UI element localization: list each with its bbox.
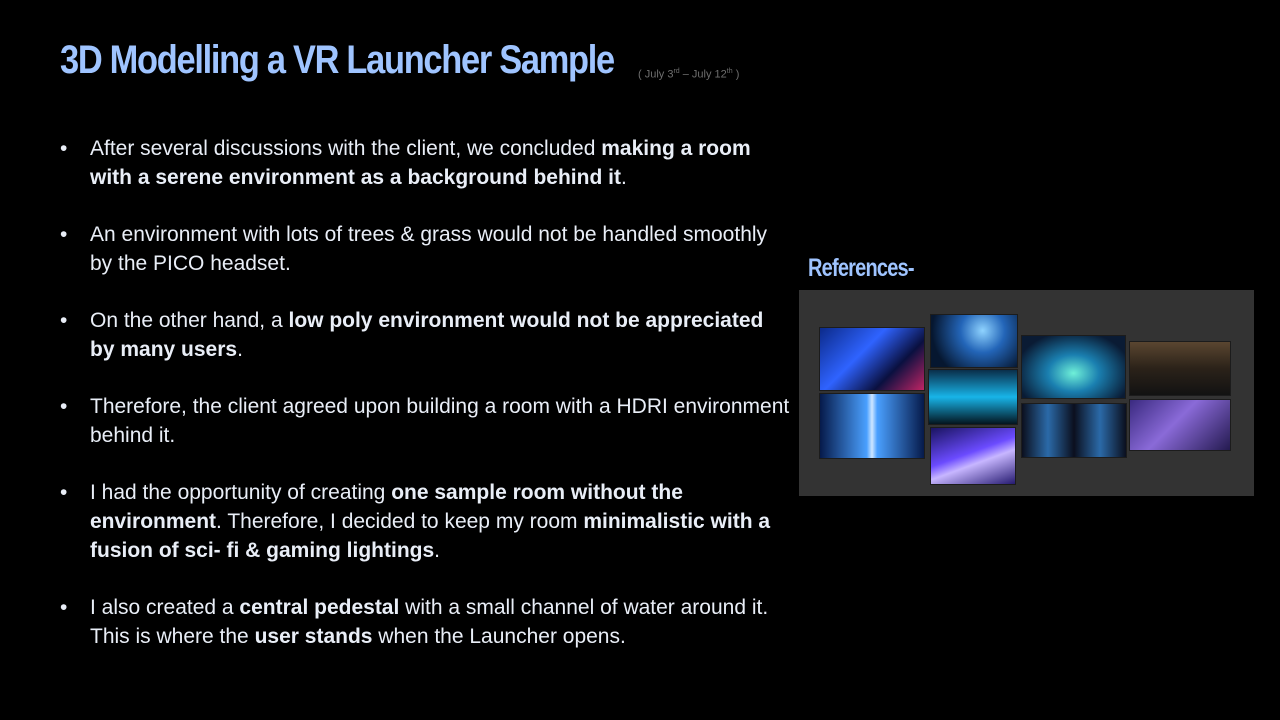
bullet-marker: •	[60, 395, 68, 418]
bullet-marker: •	[60, 596, 68, 619]
slide: 3D Modelling a VR Launcher Sample ( July…	[0, 0, 1280, 720]
bullet-item-6: • I also created a central pedestal with …	[60, 593, 790, 651]
bullet-item-3: • On the other hand, a low poly environme…	[60, 306, 790, 364]
reference-image	[1129, 341, 1231, 396]
bullet-item-4: • Therefore, the client agreed upon build…	[60, 392, 790, 450]
bullet-marker: •	[60, 481, 68, 504]
reference-image	[1021, 403, 1127, 458]
bullet-item-2: • An environment with lots of trees & gra…	[60, 220, 790, 278]
reference-image	[1129, 399, 1231, 451]
references-label: References-	[808, 254, 915, 282]
bullet-item-5: • I had the opportunity of creating one s…	[60, 478, 790, 565]
reference-image	[819, 393, 925, 459]
reference-image	[1021, 335, 1126, 399]
bullet-item-1: • After several discussions with the clie…	[60, 134, 790, 192]
reference-image	[819, 327, 925, 391]
reference-image	[928, 369, 1018, 425]
bullet-list: • After several discussions with the clie…	[60, 134, 790, 679]
date-range: ( July 3rd – July 12th )	[638, 68, 740, 81]
reference-image	[930, 314, 1018, 368]
reference-image	[930, 427, 1016, 485]
title-row: 3D Modelling a VR Launcher Sample ( July…	[60, 38, 739, 83]
bullet-marker: •	[60, 223, 68, 246]
slide-title: 3D Modelling a VR Launcher Sample	[60, 38, 615, 82]
bullet-marker: •	[60, 309, 68, 332]
references-panel	[799, 290, 1254, 496]
bullet-marker: •	[60, 137, 68, 160]
